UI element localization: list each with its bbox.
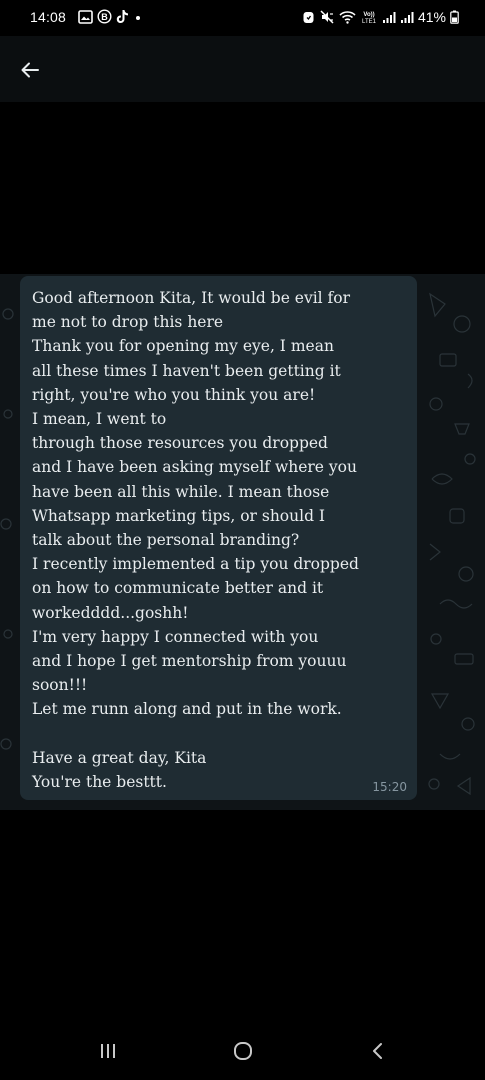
- navigation-bar: [0, 1022, 485, 1080]
- tiktok-icon: [116, 9, 129, 24]
- volte-icon: Vo)) LTE1: [360, 10, 378, 24]
- status-right-icons: Vo)) LTE1 41%: [302, 9, 459, 25]
- battery-percent: 41%: [417, 9, 446, 25]
- status-bar: 14:08 B Vo)) LTE1 41%: [0, 0, 485, 36]
- status-left-icons: B: [78, 9, 143, 24]
- message-bubble[interactable]: Good afternoon Kita, It would be evil fo…: [20, 276, 417, 800]
- back-button[interactable]: [14, 54, 46, 86]
- signal-icon: [382, 10, 396, 24]
- chat-screenshot: Good afternoon Kita, It would be evil fo…: [0, 274, 485, 810]
- svg-text:Vo)): Vo)): [363, 12, 374, 18]
- svg-text:B: B: [101, 12, 108, 22]
- gallery-icon: [78, 9, 93, 24]
- mute-icon: [319, 10, 335, 24]
- wifi-icon: [339, 10, 356, 24]
- b-icon: B: [97, 9, 112, 24]
- arrow-left-icon: [21, 62, 39, 78]
- status-time: 14:08: [30, 9, 67, 25]
- recents-icon: [101, 1044, 115, 1058]
- nav-back-button[interactable]: [358, 1036, 398, 1066]
- home-icon: [234, 1042, 252, 1060]
- viewer-header: [0, 36, 485, 102]
- battery-icon: [450, 10, 459, 24]
- message-timestamp: 15:20: [372, 780, 407, 794]
- home-button[interactable]: [223, 1036, 263, 1066]
- recents-button[interactable]: [88, 1036, 128, 1066]
- alarm-icon: [302, 10, 315, 24]
- message-text: Good afternoon Kita, It would be evil fo…: [32, 289, 359, 792]
- svg-text:LTE1: LTE1: [362, 19, 377, 24]
- image-viewer[interactable]: Good afternoon Kita, It would be evil fo…: [0, 102, 485, 1022]
- dot-icon: [133, 10, 143, 24]
- signal-icon-2: [400, 10, 414, 24]
- back-icon: [373, 1043, 382, 1059]
